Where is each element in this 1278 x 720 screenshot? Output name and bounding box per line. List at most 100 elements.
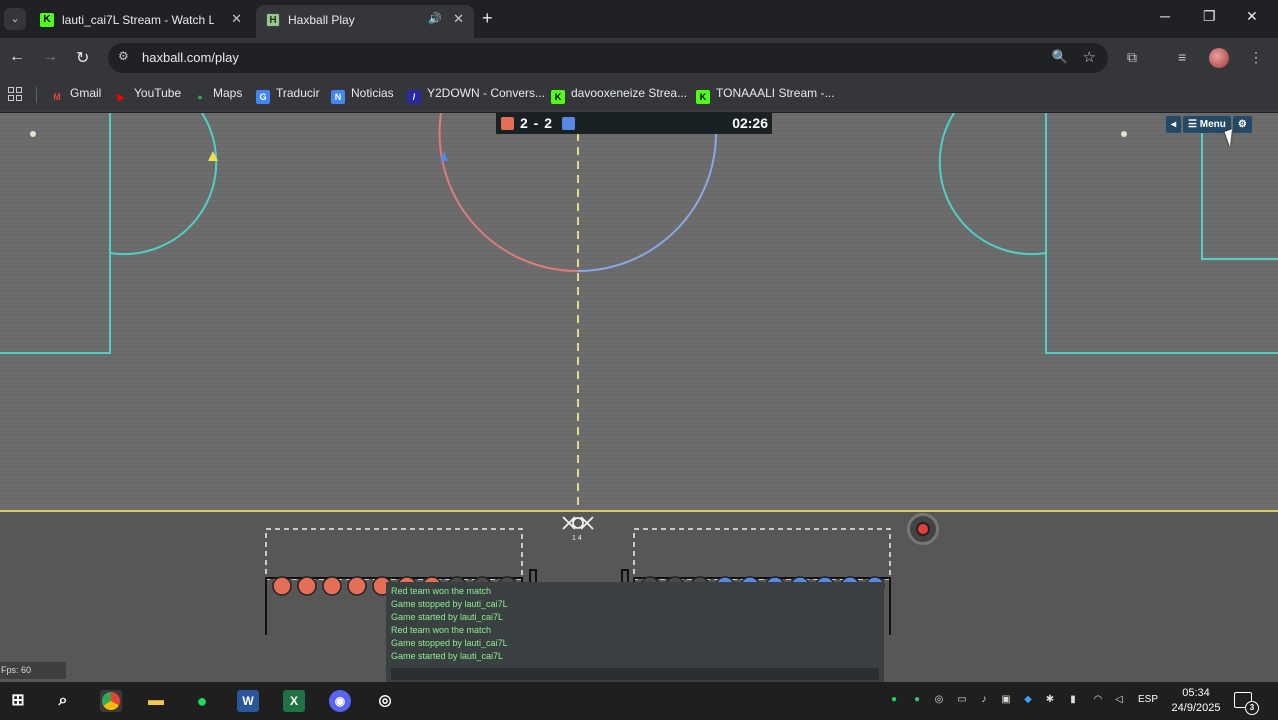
haxball-favicon-icon: H <box>266 13 280 27</box>
game-menu-bar: ◂ ☰ Menu ⚙ <box>1166 116 1252 134</box>
menu-button[interactable]: ☰ Menu <box>1183 116 1231 133</box>
bookmark-label: Traducir <box>276 86 320 100</box>
red-team-square <box>501 117 514 130</box>
address-bar[interactable]: ⚙ haxball.com/play 🔍 ☆ <box>108 43 1108 73</box>
extensions-puzzle-icon[interactable]: ⧉ <box>1127 49 1137 66</box>
bookmark-label: YouTube <box>134 86 182 100</box>
record-button[interactable] <box>907 513 939 545</box>
minimize-icon[interactable]: ─ <box>1160 8 1170 24</box>
language-indicator[interactable]: ESP <box>1138 694 1158 705</box>
hp-tray-icon[interactable]: ◆ <box>1021 693 1035 707</box>
bookmark-y2down[interactable]: / Y2DOWN - Convers... <box>407 86 545 104</box>
score-text: 2 - 2 <box>520 115 554 131</box>
file-explorer-icon[interactable]: ▬ <box>145 690 167 712</box>
back-arrow-icon[interactable]: ← <box>9 48 25 66</box>
kick-favicon-icon: K <box>40 13 54 27</box>
microphone-tray-icon[interactable]: ♪ <box>977 693 991 707</box>
bookmark-label: Gmail <box>70 86 102 100</box>
url-text: haxball.com/play <box>142 50 239 65</box>
kick-icon: K <box>696 90 710 104</box>
fps-counter: Fps: 60 <box>0 662 66 679</box>
windows-start-icon[interactable]: ⊞ <box>7 690 29 712</box>
translate-icon: G <box>256 90 270 104</box>
menu-icon: ☰ <box>1188 119 1197 130</box>
bookmark-gmail[interactable]: M Gmail <box>50 86 101 104</box>
obs-tray-icon[interactable]: ◎ <box>932 693 946 707</box>
wifi-icon[interactable]: ◠ <box>1091 693 1105 707</box>
chat-message: Red team won the match <box>391 625 492 635</box>
bookmark-maps[interactable]: ● Maps <box>193 86 242 104</box>
new-tab-plus-icon[interactable]: + <box>482 8 493 29</box>
spotify-tray-icon[interactable]: ● <box>887 693 901 707</box>
bookmark-noticias[interactable]: N Noticias <box>331 86 394 104</box>
svg-text:1 4: 1 4 <box>572 535 582 542</box>
settings-tray-icon[interactable]: ✱ <box>1043 693 1057 707</box>
system-clock[interactable]: 05:34 24/9/2025 <box>1168 686 1224 716</box>
chat-input[interactable] <box>391 668 879 680</box>
chat-message: Red team won the match <box>391 586 492 596</box>
field-lines <box>0 113 1278 510</box>
close-window-icon[interactable]: ✕ <box>1246 8 1258 25</box>
chat-message: Game stopped by lauti_cai7L <box>391 638 508 648</box>
search-icon[interactable]: ⌕ <box>52 690 74 712</box>
bookmark-star-icon[interactable]: ☆ <box>1083 48 1096 66</box>
battery-tray-icon[interactable]: ▮ <box>1066 693 1080 707</box>
tab-strip: ⌄ K lauti_cai7L Stream - Watch Live ✕ H … <box>0 0 1278 38</box>
bookmarks-bar: M Gmail ▶ YouTube ● Maps G Traducir N Noticia… <box>0 78 1278 112</box>
reload-icon[interactable]: ↻ <box>76 48 89 68</box>
close-tab-icon[interactable]: ✕ <box>453 11 464 27</box>
gmail-icon: M <box>53 92 61 102</box>
haxball-field[interactable] <box>0 113 1278 510</box>
status-tray-icon[interactable]: ● <box>910 693 924 707</box>
settings-gear-icon[interactable]: ⚙ <box>1232 116 1252 133</box>
tab-search-chevron-icon[interactable]: ⌄ <box>4 8 26 30</box>
notification-count: 3 <box>1245 701 1259 715</box>
speaker-icon[interactable]: 🔊 <box>428 12 442 25</box>
close-tab-icon[interactable]: ✕ <box>231 11 242 27</box>
score-bar: 2 - 2 02:26 <box>496 113 772 134</box>
chat-box: Red team won the match Game stopped by l… <box>386 582 884 682</box>
obs-icon[interactable]: ◎ <box>374 690 396 712</box>
notifications-icon[interactable]: 3 <box>1234 692 1259 715</box>
more-menu-icon[interactable]: ⋮ <box>1249 49 1263 66</box>
news-icon: N <box>331 90 345 104</box>
chat-message: Game stopped by lauti_cai7L <box>391 599 508 609</box>
bookmark-tonaaali[interactable]: K TONAAALI Stream -... <box>696 86 834 104</box>
clock-time: 05:34 <box>1182 687 1210 699</box>
tab-kick-stream[interactable]: K lauti_cai7L Stream - Watch Live ✕ <box>30 5 252 38</box>
chat-message: Game started by lauti_cai7L <box>391 612 504 622</box>
site-info-icon[interactable]: ⚙ <box>118 49 129 63</box>
bookmark-traducir[interactable]: G Traducir <box>256 86 320 104</box>
tab-title: Haxball Play <box>288 13 355 27</box>
tab-haxball[interactable]: H Haxball Play 🔊 ✕ <box>256 5 474 38</box>
chat-message: Game started by lauti_cai7L <box>391 651 504 661</box>
media-control-icon[interactable]: ≡ <box>1178 49 1186 65</box>
forward-arrow-icon[interactable]: → <box>42 48 58 66</box>
spotify-icon[interactable]: ● <box>191 690 213 712</box>
bookmark-youtube[interactable]: ▶ YouTube <box>114 86 182 104</box>
word-icon[interactable]: W <box>237 690 259 712</box>
screen: ⌄ K lauti_cai7L Stream - Watch Live ✕ H … <box>0 0 1278 720</box>
blue-team-square <box>562 117 575 130</box>
monitor-tray-icon[interactable]: ▭ <box>955 693 969 707</box>
discord-icon[interactable]: ◉ <box>329 690 351 712</box>
apps-grid-icon[interactable] <box>8 87 22 101</box>
chrome-icon[interactable] <box>100 690 122 712</box>
menu-label: Menu <box>1199 119 1226 130</box>
excel-icon[interactable]: X <box>283 690 305 712</box>
windows-taskbar: ⊞ ⌕ ▬ ● W X ◉ ◎ ● ● ◎ ▭ ♪ ▣ ◆ ✱ ▮ ◠ ◁ ES… <box>0 682 1278 720</box>
tab-title: lauti_cai7L Stream - Watch Live <box>62 13 214 27</box>
capture-tray-icon[interactable]: ▣ <box>999 693 1013 707</box>
kick-icon: K <box>551 90 565 104</box>
zoom-magnifier-icon[interactable]: 🔍 <box>1052 49 1068 65</box>
bookmark-label: TONAAALI Stream -... <box>716 86 835 100</box>
restore-icon[interactable]: ❐ <box>1203 8 1216 25</box>
bookmarks-divider <box>36 87 37 103</box>
match-timer: 02:26 <box>732 115 768 131</box>
browser-toolbar: ← → ↻ ⚙ haxball.com/play 🔍 ☆ ⧉ ≡ ⋮ <box>0 38 1278 78</box>
arrow-left-icon[interactable]: ◂ <box>1166 116 1182 133</box>
youtube-icon: ▶ <box>117 92 125 102</box>
bookmark-davooxeneize[interactable]: Kdavooxeneize Strea... <box>551 86 687 104</box>
profile-avatar[interactable] <box>1209 48 1229 68</box>
volume-icon[interactable]: ◁ <box>1112 693 1126 707</box>
